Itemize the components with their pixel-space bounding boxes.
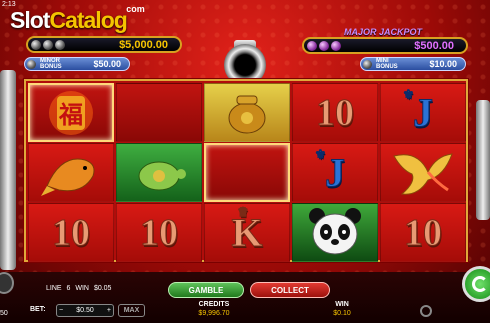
- gold-pot-icon: [228, 95, 266, 133]
- phoenix-icon: [393, 152, 453, 195]
- reel-cell-blank: [116, 83, 202, 142]
- reel-cell-blank: [204, 143, 290, 202]
- reel-cell-jack: ⚜ J: [292, 143, 378, 202]
- reel-cell-ten: 10: [28, 203, 114, 262]
- mini-bonus-amount: $10.00: [429, 59, 457, 69]
- major-jackpot-title: MAJOR JACKPOT: [344, 27, 423, 37]
- reel-cell-gold-pot: [204, 83, 290, 142]
- bet-increase-button[interactable]: +: [107, 307, 111, 314]
- grand-jackpot-amount: $5,000.00: [119, 38, 168, 51]
- bet-label: BET:: [30, 306, 46, 313]
- fleur-icon: ⚜: [403, 87, 415, 102]
- reel-cell-jack: ⚜ J: [380, 83, 466, 142]
- line-win-info: LINE 6 WIN $0.05: [46, 285, 112, 292]
- gamble-button[interactable]: GAMBLE: [168, 282, 244, 298]
- bottom-left-value: 50: [0, 310, 8, 317]
- reel-cell-phoenix: [380, 143, 466, 202]
- logo-com: com: [126, 4, 145, 14]
- right-pillar: [476, 100, 490, 220]
- reel-cell-koi: [28, 143, 114, 202]
- minor-bonus: MINOR BONUS $50.00: [24, 57, 130, 71]
- mini-bonus-tag: MINI BONUS: [376, 58, 398, 70]
- reel-cell-ten: 10: [116, 203, 202, 262]
- bet-stepper[interactable]: − $0.50 +: [56, 304, 114, 317]
- reel-cell-fortune: 福: [28, 83, 114, 142]
- credits-value: $9,996.70: [198, 310, 230, 317]
- minor-bonus-tag: MINOR BONUS: [40, 58, 62, 70]
- max-bet-button[interactable]: MAX: [118, 304, 145, 317]
- logo-slot: Slot: [10, 7, 50, 33]
- reel-cell-ten: 10: [292, 83, 378, 142]
- mini-bonus: MINI BONUS $10.00: [360, 57, 466, 71]
- crown-icon: ♛: [237, 205, 249, 220]
- reel-grid: 福 10 ⚜ J ⚜ J 10 10 ♛ K 10: [24, 79, 468, 262]
- fleur-icon: ⚜: [315, 147, 327, 162]
- koi-fish-icon: [41, 158, 95, 196]
- reel-cell-turtle: [116, 143, 202, 202]
- jade-turtle-icon: [138, 161, 186, 190]
- king-symbol: ♛ K: [231, 205, 263, 256]
- major-jackpot-amount: $500.00: [414, 39, 454, 52]
- collect-button[interactable]: COLLECT: [250, 282, 330, 298]
- win-total-label: WIN: [335, 301, 349, 308]
- settings-icon[interactable]: [420, 305, 432, 317]
- bet-value: $0.50: [76, 307, 94, 314]
- panda-icon: [309, 207, 361, 254]
- win-total-value: $0.10: [333, 310, 351, 317]
- ten-symbol: 10: [404, 211, 443, 254]
- grand-jackpot: $5,000.00: [26, 36, 182, 53]
- ten-symbol: 10: [140, 211, 179, 254]
- ten-symbol: 10: [52, 211, 91, 254]
- major-jackpot: $500.00: [302, 37, 468, 54]
- ten-symbol: 10: [316, 91, 355, 134]
- reel-cell-panda: [292, 203, 378, 262]
- slotcatalog-logo: SlotCatalog com: [10, 4, 145, 34]
- fortune-coin-icon: 福: [49, 90, 93, 135]
- purple-gem-icons: [307, 40, 341, 51]
- credits-label: CREDITS: [198, 301, 230, 308]
- bet-decrease-button[interactable]: −: [59, 307, 63, 314]
- svg-text:福: 福: [58, 100, 83, 129]
- reel-cell-king: ♛ K: [204, 203, 290, 262]
- gem-icons: [31, 39, 65, 50]
- reel-cell-ten: 10: [380, 203, 466, 262]
- left-pillar: [0, 70, 16, 270]
- minor-bonus-amount: $50.00: [93, 59, 121, 69]
- jack-symbol: ⚜ J: [403, 87, 434, 136]
- spin-button[interactable]: [462, 266, 490, 302]
- logo-catalog: Catalog: [49, 7, 127, 33]
- jack-symbol: ⚜ J: [315, 147, 346, 196]
